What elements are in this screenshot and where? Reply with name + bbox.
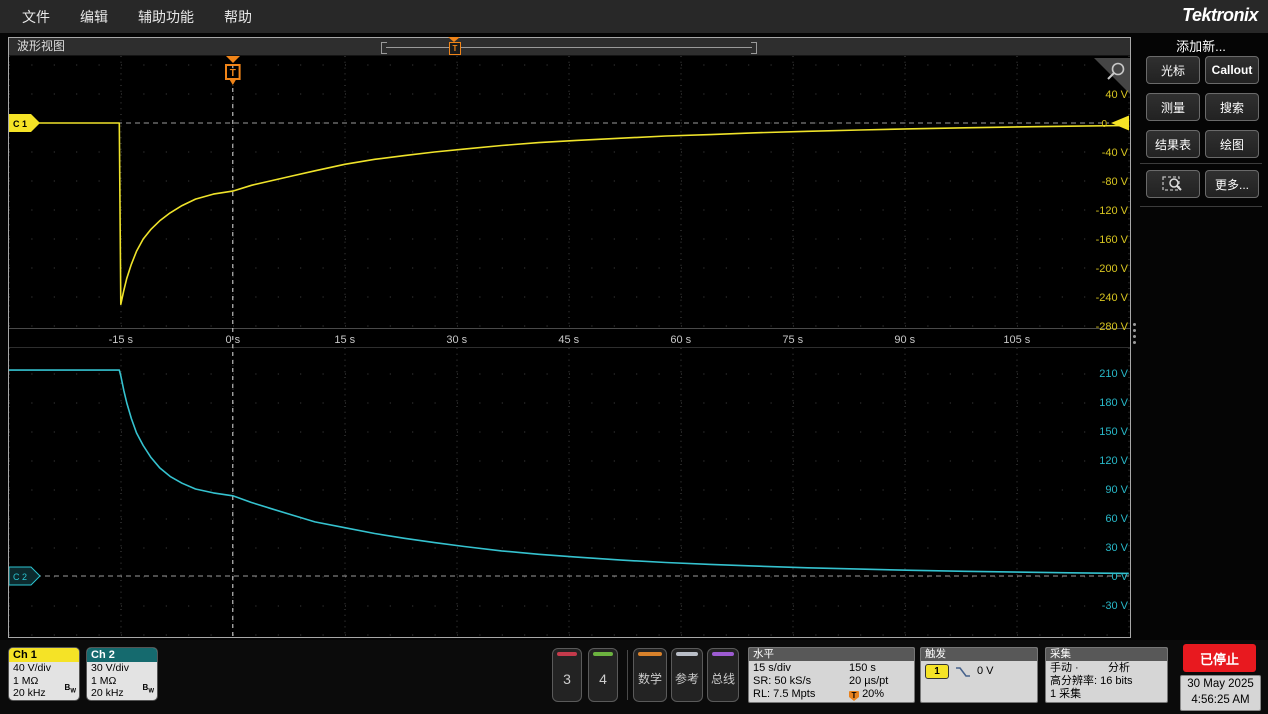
waveform-view-window: 波形视图 T 40 V -40 V -80 V -120 V -160 V -200 V -…: [8, 37, 1131, 638]
button-separator: [627, 650, 628, 700]
x-axis-label: 105 s: [1003, 334, 1030, 346]
splitter-drag-handle[interactable]: [1133, 323, 1137, 344]
bottom-axis-label: 90 V: [1105, 484, 1128, 496]
more-button[interactable]: 更多...: [1205, 170, 1259, 198]
horizontal-panel[interactable]: 水平 15 s/div150 s SR: 50 kS/s20 µs/pt RL:…: [748, 647, 915, 703]
right-panel-divider: [1140, 163, 1262, 164]
bottom-axis-label: -30 V: [1102, 600, 1129, 612]
trigger-marker-arrow: [226, 56, 240, 63]
x-axis-label: 45 s: [558, 334, 579, 346]
top-axis-label: -160 V: [1096, 234, 1129, 246]
bottom-axis-label: 0 V: [1111, 571, 1128, 583]
ch4-button[interactable]: 4: [588, 648, 618, 702]
acquisition-panel-title: 采集: [1046, 648, 1167, 661]
trigger-level: 0 V: [977, 665, 994, 678]
top-axis-zero-label: 0: [1101, 119, 1107, 130]
measure-button[interactable]: 测量: [1146, 93, 1200, 121]
x-axis-label: 60 s: [670, 334, 691, 346]
bottom-axis-label: 60 V: [1105, 513, 1128, 525]
bottom-axis-label: 180 V: [1099, 397, 1128, 409]
plot-button[interactable]: 绘图: [1205, 130, 1259, 158]
trigger-marker-label: T: [230, 68, 236, 79]
top-axis-label: 40 V: [1105, 89, 1128, 101]
x-axis-label: 15 s: [334, 334, 355, 346]
right-panel-divider-2: [1140, 206, 1262, 207]
bottom-axis-label: 30 V: [1105, 542, 1128, 554]
falling-edge-icon: [955, 666, 971, 678]
menu-utility[interactable]: 辅助功能: [138, 7, 194, 27]
menu-edit[interactable]: 编辑: [80, 7, 108, 27]
ch2-badge-header: Ch 2: [87, 648, 157, 662]
ch2-badge[interactable]: Ch 2 30 V/div 1 MΩ 20 kHz BW: [86, 647, 158, 701]
overview-trigger-marker[interactable]: T: [449, 42, 461, 55]
x-axis-label: 90 s: [894, 334, 915, 346]
results-table-button[interactable]: 结果表: [1146, 130, 1200, 158]
x-axis-label: 0 s: [225, 334, 240, 346]
bottom-status-bar: Ch 1 40 V/div 1 MΩ 20 kHz BW Ch 2 30 V/d…: [0, 640, 1268, 714]
menu-help[interactable]: 帮助: [224, 7, 252, 27]
ref-button[interactable]: 参考: [671, 648, 703, 702]
horizontal-panel-title: 水平: [749, 648, 914, 661]
waveform-view-titlebar[interactable]: 波形视图 T: [9, 38, 1130, 56]
add-new-title: 添加新...: [1137, 36, 1265, 55]
ch3-button[interactable]: 3: [552, 648, 582, 702]
math-button[interactable]: 数学: [633, 648, 667, 702]
overview-right-bracket: [751, 42, 757, 54]
bottom-axis-label: 120 V: [1099, 455, 1128, 467]
ch1-badge[interactable]: Ch 1 40 V/div 1 MΩ 20 kHz BW: [8, 647, 80, 701]
waveform-view-title: 波形视图: [17, 39, 65, 53]
bus-button[interactable]: 总线: [707, 648, 739, 702]
ch2-badge-body: 30 V/div 1 MΩ 20 kHz BW: [87, 662, 157, 700]
trigger-source-badge: 1: [925, 664, 949, 679]
graticule-rows: [9, 65, 1129, 635]
ch2-level-badge-label: C 2: [13, 572, 27, 582]
top-axis-label: -240 V: [1096, 292, 1129, 304]
oscilloscope-app: 文件 编辑 辅助功能 帮助 Tektronix 波形视图 T 40 V-40 V…: [0, 0, 1268, 714]
trigger-position-icon: T: [849, 691, 859, 701]
ch1-bandwidth-icon: BW: [65, 682, 76, 698]
menu-file[interactable]: 文件: [22, 7, 50, 27]
ch1-level-arrow-icon: [1111, 116, 1129, 131]
ch1-badge-header: Ch 1: [9, 648, 79, 662]
zoom-select-button[interactable]: [1146, 170, 1200, 198]
tektronix-logo: Tektronix: [1182, 5, 1258, 26]
top-axis-label: -200 V: [1096, 263, 1129, 275]
trigger-marker-tail: [230, 80, 236, 85]
top-axis-label: -280 V: [1096, 321, 1129, 333]
ch2-bandwidth-icon: BW: [143, 682, 154, 698]
bottom-axis-label: 210 V: [1099, 368, 1128, 380]
cursors-button[interactable]: 光标: [1146, 56, 1200, 84]
trigger-panel[interactable]: 触发 1 0 V: [920, 647, 1038, 703]
top-axis-label: -80 V: [1102, 176, 1129, 188]
stopped-button[interactable]: 已停止: [1183, 644, 1256, 672]
search-button[interactable]: 搜索: [1205, 93, 1259, 121]
acquisition-panel[interactable]: 采集 手动 ·分析 高分辨率: 16 bits 1 采集: [1045, 647, 1168, 703]
x-axis-label: -15 s: [109, 334, 134, 346]
callout-button[interactable]: Callout: [1205, 56, 1259, 84]
zoom-select-icon: [1162, 175, 1184, 193]
trigger-panel-title: 触发: [921, 648, 1037, 661]
menu-bar: 文件 编辑 辅助功能 帮助: [0, 0, 1268, 33]
graticule-columns: [9, 56, 1129, 637]
ch1-level-badge-label: C 1: [13, 119, 27, 129]
datetime-display: 30 May 2025 4:56:25 AM: [1180, 675, 1261, 711]
top-axis-label: -120 V: [1096, 205, 1129, 217]
ch1-badge-body: 40 V/div 1 MΩ 20 kHz BW: [9, 662, 79, 700]
overview-track: [386, 47, 752, 48]
bottom-axis-label: 150 V: [1099, 426, 1128, 438]
top-axis-label: -40 V: [1102, 147, 1129, 159]
waveform-plot[interactable]: 40 V -40 V -80 V -120 V -160 V -200 V -240 V -2…: [9, 56, 1130, 637]
horizontal-overview-bar[interactable]: T: [381, 41, 757, 53]
overview-left-bracket: [381, 42, 387, 54]
x-axis-label: 75 s: [782, 334, 803, 346]
x-axis-label: 30 s: [446, 334, 467, 346]
